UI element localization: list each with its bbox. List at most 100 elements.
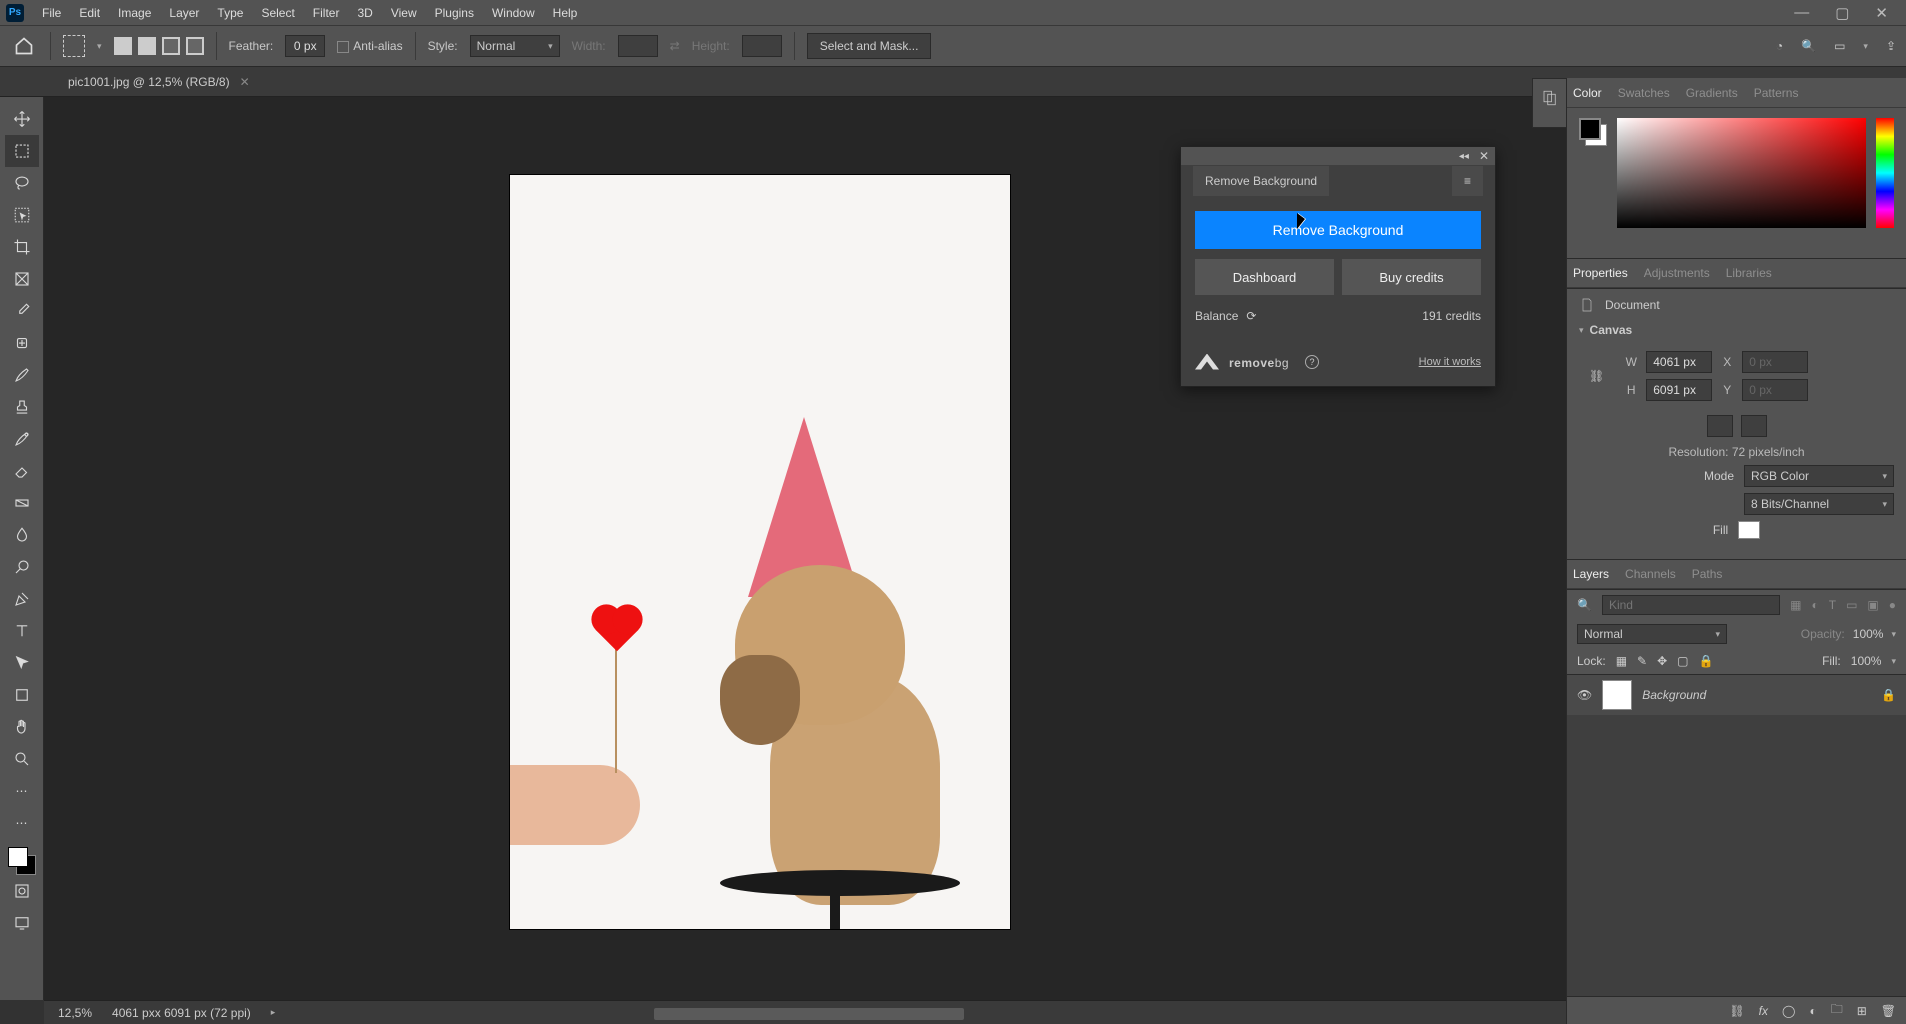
hue-slider[interactable]: [1876, 118, 1894, 228]
frame-tool[interactable]: [5, 263, 39, 295]
canvas-section-header[interactable]: ▾Canvas: [1579, 323, 1894, 337]
search-icon[interactable]: 🔍: [1577, 598, 1592, 612]
panel-menu-icon[interactable]: ≡: [1452, 166, 1483, 196]
layer-name[interactable]: Background: [1642, 688, 1706, 702]
menu-file[interactable]: File: [42, 6, 61, 20]
gradient-tool[interactable]: [5, 487, 39, 519]
menu-plugins[interactable]: Plugins: [435, 6, 474, 20]
new-selection-icon[interactable]: [114, 37, 132, 55]
lock-all-icon[interactable]: 🔒: [1699, 654, 1714, 668]
mode-select[interactable]: RGB Color▾: [1744, 465, 1894, 487]
style-select[interactable]: Normal▾: [470, 35, 560, 57]
pen-tool[interactable]: [5, 583, 39, 615]
group-icon[interactable]: 🗀: [1831, 1000, 1843, 1021]
minimize-icon[interactable]: —: [1794, 4, 1809, 22]
tab-channels[interactable]: Channels: [1625, 567, 1676, 581]
hand-tool[interactable]: [5, 711, 39, 743]
menu-filter[interactable]: Filter: [313, 6, 340, 20]
tab-layers[interactable]: Layers: [1573, 567, 1609, 581]
link-layers-icon[interactable]: ⛓: [1729, 1004, 1744, 1018]
layer-lock-icon[interactable]: 🔒: [1881, 688, 1896, 702]
app-icon[interactable]: Ps: [6, 4, 24, 22]
menu-image[interactable]: Image: [118, 6, 151, 20]
feather-input[interactable]: [285, 35, 325, 57]
dodge-tool[interactable]: [5, 551, 39, 583]
status-chevron-icon[interactable]: ▸: [271, 1007, 276, 1018]
refresh-icon[interactable]: ⟳: [1246, 309, 1256, 323]
plugin-tab[interactable]: Remove Background: [1193, 166, 1329, 196]
menu-view[interactable]: View: [391, 6, 417, 20]
blend-mode-select[interactable]: Normal▾: [1577, 624, 1727, 644]
menu-3d[interactable]: 3D: [357, 6, 372, 20]
portrait-button[interactable]: [1707, 415, 1733, 437]
eyedropper-tool[interactable]: [5, 295, 39, 327]
filter-shape-icon[interactable]: ▭: [1846, 598, 1857, 612]
zoom-value[interactable]: 12,5%: [58, 1006, 92, 1020]
menu-type[interactable]: Type: [217, 6, 243, 20]
fill-value[interactable]: 100%: [1851, 654, 1882, 668]
tab-swatches[interactable]: Swatches: [1618, 86, 1670, 100]
marquee-tool-icon[interactable]: [63, 35, 85, 57]
tab-patterns[interactable]: Patterns: [1754, 86, 1799, 100]
lock-pixels-icon[interactable]: ✎: [1637, 654, 1647, 668]
help-icon[interactable]: ?: [1305, 355, 1319, 369]
home-button[interactable]: [10, 32, 38, 60]
add-selection-icon[interactable]: [138, 37, 156, 55]
cloud-docs-icon[interactable]: ◔: [1776, 39, 1783, 53]
search-icon[interactable]: 🔍: [1801, 39, 1816, 53]
tab-properties[interactable]: Properties: [1573, 266, 1628, 280]
collapsed-dock[interactable]: [1532, 78, 1566, 128]
menu-select[interactable]: Select: [261, 6, 294, 20]
close-icon[interactable]: ✕: [1875, 4, 1888, 22]
adjustment-layer-icon[interactable]: ◐: [1809, 1004, 1816, 1018]
visibility-icon[interactable]: 👁: [1577, 688, 1592, 702]
layer-thumbnail[interactable]: [1602, 680, 1632, 710]
lock-artboard-icon[interactable]: ▢: [1677, 654, 1688, 668]
zoom-tool[interactable]: [5, 743, 39, 775]
menu-window[interactable]: Window: [492, 6, 535, 20]
collapse-icon[interactable]: ◂◂: [1459, 151, 1469, 162]
landscape-button[interactable]: [1741, 415, 1767, 437]
fx-icon[interactable]: fx: [1759, 1004, 1768, 1018]
filter-type-icon[interactable]: T: [1829, 598, 1836, 612]
share-icon[interactable]: ⇪: [1886, 39, 1896, 53]
select-and-mask-button[interactable]: Select and Mask...: [807, 33, 932, 59]
move-tool[interactable]: [5, 103, 39, 135]
color-swatch[interactable]: [8, 847, 36, 875]
remove-bg-button[interactable]: Remove Background: [1195, 211, 1481, 249]
menu-edit[interactable]: Edit: [79, 6, 100, 20]
mask-icon[interactable]: ◯: [1782, 1004, 1795, 1018]
filter-adjust-icon[interactable]: ◐: [1811, 598, 1818, 612]
shape-tool[interactable]: [5, 679, 39, 711]
filter-pixel-icon[interactable]: ▦: [1790, 598, 1801, 612]
layer-filter-input[interactable]: [1602, 595, 1780, 615]
how-it-works-link[interactable]: How it works: [1419, 356, 1481, 368]
buy-credits-button[interactable]: Buy credits: [1342, 259, 1481, 295]
plugin-titlebar[interactable]: ◂◂ ✕: [1181, 147, 1495, 165]
tab-adjustments[interactable]: Adjustments: [1644, 266, 1710, 280]
width-field[interactable]: [1646, 351, 1712, 373]
healing-tool[interactable]: [5, 327, 39, 359]
close-tab-icon[interactable]: ✕: [240, 75, 250, 89]
link-wh-icon[interactable]: ⛓: [1589, 369, 1604, 383]
crop-tool[interactable]: [5, 231, 39, 263]
fg-bg-swatch[interactable]: [1579, 118, 1607, 146]
remove-bg-panel[interactable]: ◂◂ ✕ Remove Background ≡ Remove Backgrou…: [1180, 146, 1496, 387]
menu-layer[interactable]: Layer: [169, 6, 199, 20]
type-tool[interactable]: [5, 615, 39, 647]
path-select-tool[interactable]: [5, 647, 39, 679]
new-layer-icon[interactable]: ⊞: [1857, 1004, 1867, 1018]
opacity-value[interactable]: 100%: [1853, 627, 1884, 641]
horizontal-scrollbar[interactable]: [654, 1008, 964, 1020]
stamp-tool[interactable]: [5, 391, 39, 423]
menu-help[interactable]: Help: [553, 6, 578, 20]
lock-position-icon[interactable]: ✥: [1657, 654, 1667, 668]
close-panel-icon[interactable]: ✕: [1479, 149, 1489, 163]
color-picker-field[interactable]: [1617, 118, 1866, 228]
depth-select[interactable]: 8 Bits/Channel▾: [1744, 493, 1894, 515]
edit-toolbar-icon[interactable]: ⋯: [5, 807, 39, 839]
quick-mask-icon[interactable]: [5, 875, 39, 907]
brush-tool[interactable]: [5, 359, 39, 391]
maximize-icon[interactable]: ▢: [1835, 4, 1849, 22]
object-select-tool[interactable]: [5, 199, 39, 231]
